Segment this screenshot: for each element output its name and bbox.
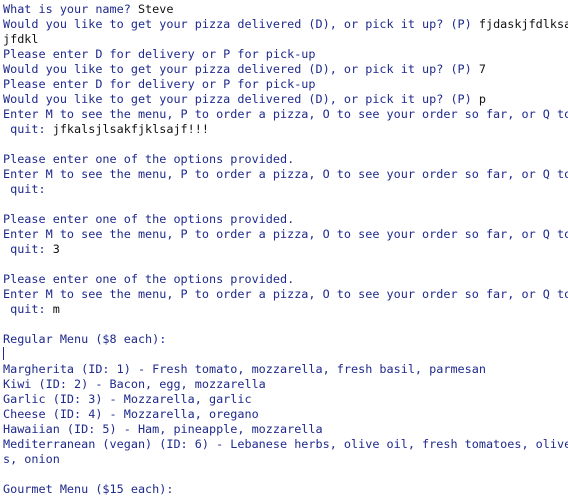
terminal-line: Enter M to see the menu, P to order a pi…: [3, 227, 568, 242]
terminal-prompt-text: What is your name?: [3, 2, 138, 16]
terminal-prompt-text: s, onion: [3, 452, 60, 466]
terminal-line: Hawaiian (ID: 5) - Ham, pineapple, mozza…: [3, 422, 568, 437]
terminal-prompt-text: Would you like to get your pizza deliver…: [3, 62, 479, 76]
terminal-line: What is your name? Steve: [3, 2, 568, 17]
terminal-line: Enter M to see the menu, P to order a pi…: [3, 107, 568, 122]
terminal-user-input: 3: [52, 242, 60, 256]
terminal-prompt-text: Would you like to get your pizza deliver…: [3, 92, 479, 106]
terminal-prompt-text: Enter M to see the menu, P to order a pi…: [3, 287, 568, 301]
terminal-line: Enter M to see the menu, P to order a pi…: [3, 167, 568, 182]
terminal-line: Please enter D for delivery or P for pic…: [3, 77, 568, 92]
terminal-prompt-text: Hawaiian (ID: 5) - Ham, pineapple, mozza…: [3, 422, 323, 436]
terminal-line: quit: m: [3, 302, 568, 317]
terminal-line: Please enter one of the options provided…: [3, 152, 568, 167]
terminal-line: Garlic (ID: 3) - Mozzarella, garlic: [3, 392, 568, 407]
terminal-prompt-text: Enter M to see the menu, P to order a pi…: [3, 167, 568, 181]
terminal-user-input: Steve: [137, 2, 174, 16]
text-cursor: [3, 347, 4, 360]
terminal-prompt-text: quit:: [3, 242, 53, 256]
terminal-prompt-text: Please enter one of the options provided…: [3, 152, 295, 166]
terminal-line: Regular Menu ($8 each):: [3, 332, 568, 347]
terminal-line: Please enter one of the options provided…: [3, 272, 568, 287]
terminal-user-input: jfkalsjlsakfjklsajf!!!: [52, 122, 209, 136]
terminal-prompt-text: Please enter one of the options provided…: [3, 272, 295, 286]
terminal-line: Would you like to get your pizza deliver…: [3, 17, 568, 32]
terminal-line: Please enter one of the options provided…: [3, 212, 568, 227]
terminal-output[interactable]: What is your name? Steve Would you like t…: [0, 0, 568, 499]
terminal-line: Kiwi (ID: 2) - Bacon, egg, mozzarella: [3, 377, 568, 392]
terminal-prompt-text: Kiwi (ID: 2) - Bacon, egg, mozzarella: [3, 377, 266, 391]
terminal-prompt-text: Cheese (ID: 4) - Mozzarella, oregano: [3, 407, 259, 421]
terminal-prompt-text: quit:: [3, 122, 53, 136]
terminal-prompt-text: Please enter D for delivery or P for pic…: [3, 47, 316, 61]
terminal-prompt-text: Garlic (ID: 3) - Mozzarella, garlic: [3, 392, 252, 406]
terminal-prompt-text: Would you like to get your pizza deliver…: [3, 17, 479, 31]
terminal-line: quit:: [3, 182, 568, 197]
terminal-user-input: fjdaskjfdlksa: [478, 17, 568, 31]
terminal-line: Enter M to see the menu, P to order a pi…: [3, 287, 568, 302]
terminal-prompt-text: Please enter D for delivery or P for pic…: [3, 77, 316, 91]
terminal-prompt-text: Please enter one of the options provided…: [3, 212, 295, 226]
terminal-prompt-text: quit:: [3, 302, 53, 316]
terminal-prompt-text: Gourmet Menu ($15 each):: [3, 482, 174, 496]
terminal-line: Cheese (ID: 4) - Mozzarella, oregano: [3, 407, 568, 422]
terminal-prompt-text: Mediterranean (vegan) (ID: 6) - Lebanese…: [3, 437, 568, 451]
terminal-line: Please enter D for delivery or P for pic…: [3, 47, 568, 62]
terminal-user-input: p: [478, 92, 486, 106]
terminal-prompt-text: Regular Menu ($8 each):: [3, 332, 167, 346]
terminal-user-input: jfdkl: [3, 32, 39, 46]
terminal-line: Margherita (ID: 1) - Fresh tomato, mozza…: [3, 362, 568, 377]
terminal-prompt-text: quit:: [3, 182, 46, 196]
terminal-line: Would you like to get your pizza deliver…: [3, 62, 568, 77]
terminal-user-input: m: [52, 302, 60, 316]
terminal-line: Mediterranean (vegan) (ID: 6) - Lebanese…: [3, 437, 568, 452]
terminal-line: s, onion: [3, 452, 568, 467]
terminal-line: Would you like to get your pizza deliver…: [3, 92, 568, 107]
terminal-line: Gourmet Menu ($15 each):: [3, 482, 568, 497]
terminal-prompt-text: Enter M to see the menu, P to order a pi…: [3, 227, 568, 241]
terminal-line: [3, 347, 568, 362]
terminal-line: quit: jfkalsjlsakfjklsajf!!!: [3, 122, 568, 137]
terminal-line: quit: 3: [3, 242, 568, 257]
terminal-user-input: 7: [478, 62, 486, 76]
terminal-prompt-text: Enter M to see the menu, P to order a pi…: [3, 107, 568, 121]
terminal-line: jfdkl: [3, 32, 568, 47]
terminal-prompt-text: Margherita (ID: 1) - Fresh tomato, mozza…: [3, 362, 486, 376]
